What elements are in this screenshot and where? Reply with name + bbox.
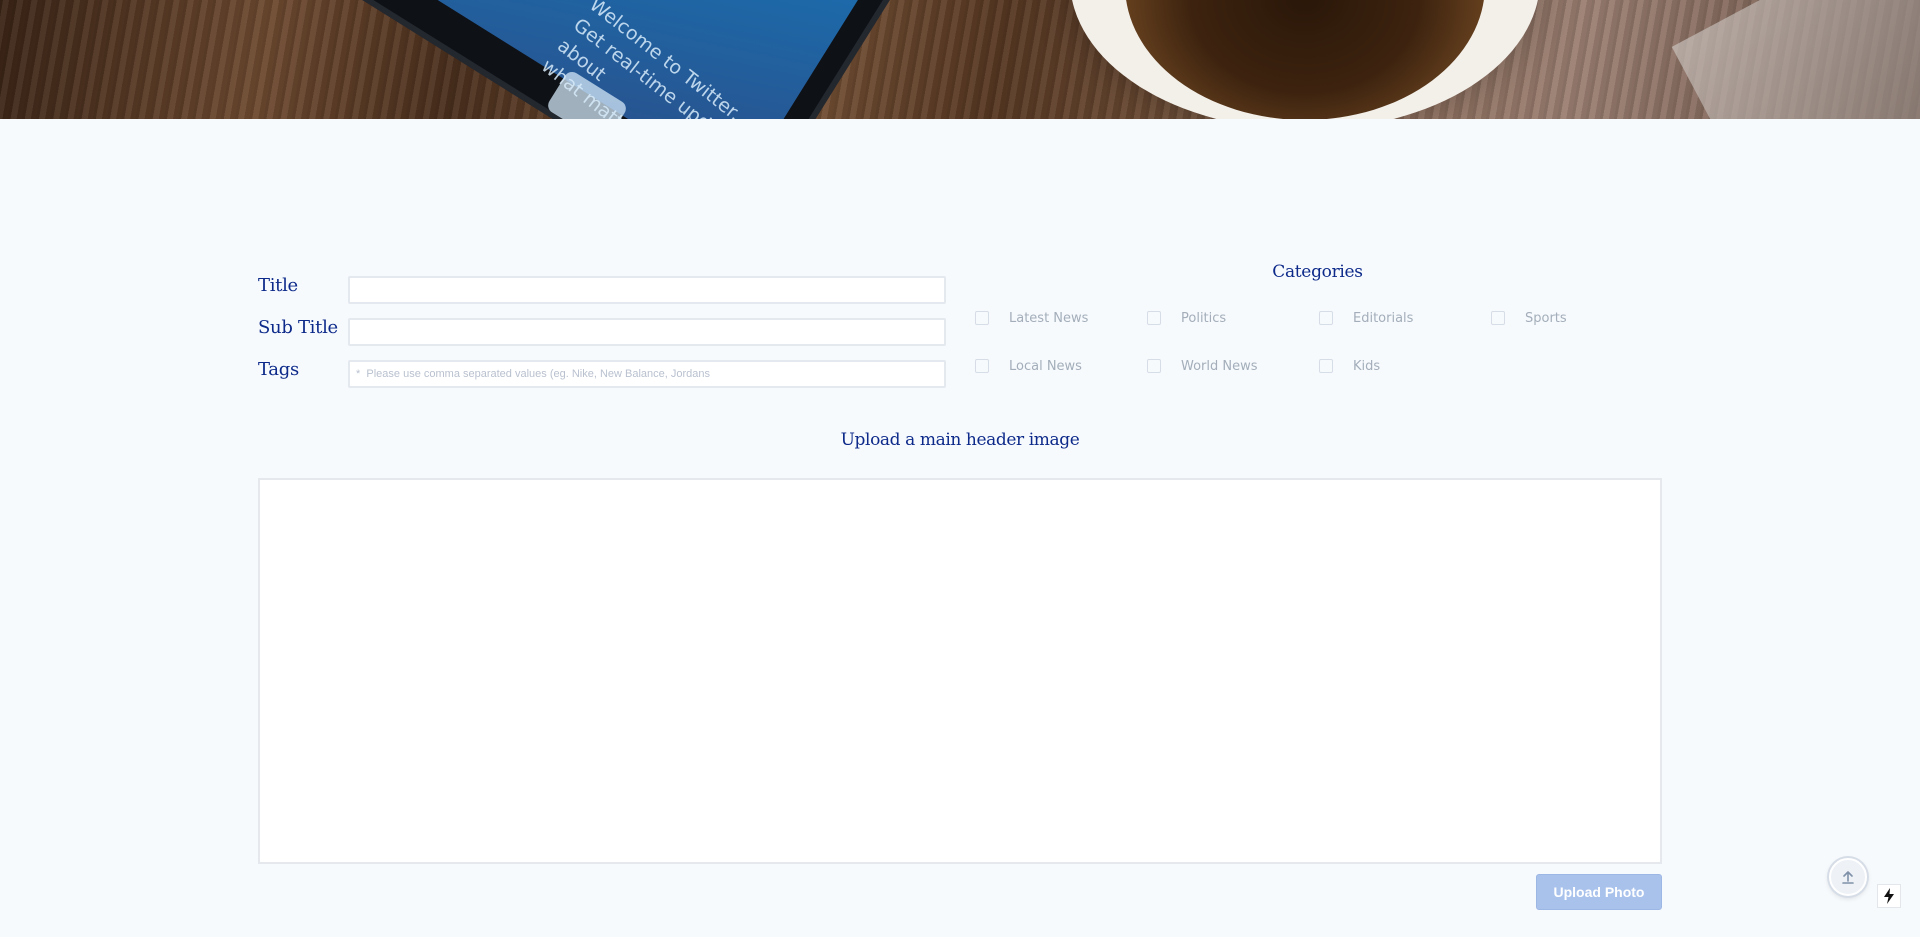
checkbox[interactable]	[975, 311, 989, 325]
category-label: World News	[1181, 358, 1258, 374]
arrow-up-icon	[1842, 871, 1854, 884]
category-label: Politics	[1181, 310, 1227, 326]
category-sports[interactable]: Sports	[1491, 308, 1567, 328]
upload-heading: Upload a main header image	[840, 430, 1080, 450]
subtitle-input[interactable]	[348, 318, 946, 346]
title-label: Title	[258, 275, 298, 296]
checkbox[interactable]	[1319, 359, 1333, 373]
checkbox[interactable]	[975, 359, 989, 373]
title-input[interactable]	[348, 276, 946, 304]
checkbox[interactable]	[1319, 311, 1333, 325]
categories-title: Categories	[1272, 262, 1363, 282]
category-local-news[interactable]: Local News	[975, 356, 1082, 376]
tags-label: Tags	[258, 359, 299, 380]
category-editorials[interactable]: Editorials	[1319, 308, 1413, 328]
category-label: Local News	[1009, 358, 1082, 374]
category-kids[interactable]: Kids	[1319, 356, 1380, 376]
lightning-bolt-icon	[1884, 888, 1894, 904]
checkbox[interactable]	[1147, 311, 1161, 325]
category-world-news[interactable]: World News	[1147, 356, 1258, 376]
hero-banner-image: Welcome to Twitter. Get real-time update…	[0, 0, 1920, 119]
lightning-bolt-button[interactable]	[1877, 884, 1901, 908]
category-label: Sports	[1525, 310, 1567, 326]
wood-texture	[0, 0, 1920, 119]
category-politics[interactable]: Politics	[1147, 308, 1226, 328]
upload-photo-button[interactable]: Upload Photo	[1536, 874, 1662, 910]
tags-input[interactable]	[348, 360, 946, 388]
checkbox[interactable]	[1147, 359, 1161, 373]
scroll-to-top-button[interactable]	[1829, 858, 1867, 896]
category-latest-news[interactable]: Latest News	[975, 308, 1088, 328]
checkbox[interactable]	[1491, 311, 1505, 325]
category-label: Editorials	[1353, 310, 1414, 326]
category-label: Latest News	[1009, 310, 1089, 326]
subtitle-label: Sub Title	[258, 317, 338, 338]
image-dropzone[interactable]	[258, 478, 1662, 864]
category-label: Kids	[1353, 358, 1381, 374]
